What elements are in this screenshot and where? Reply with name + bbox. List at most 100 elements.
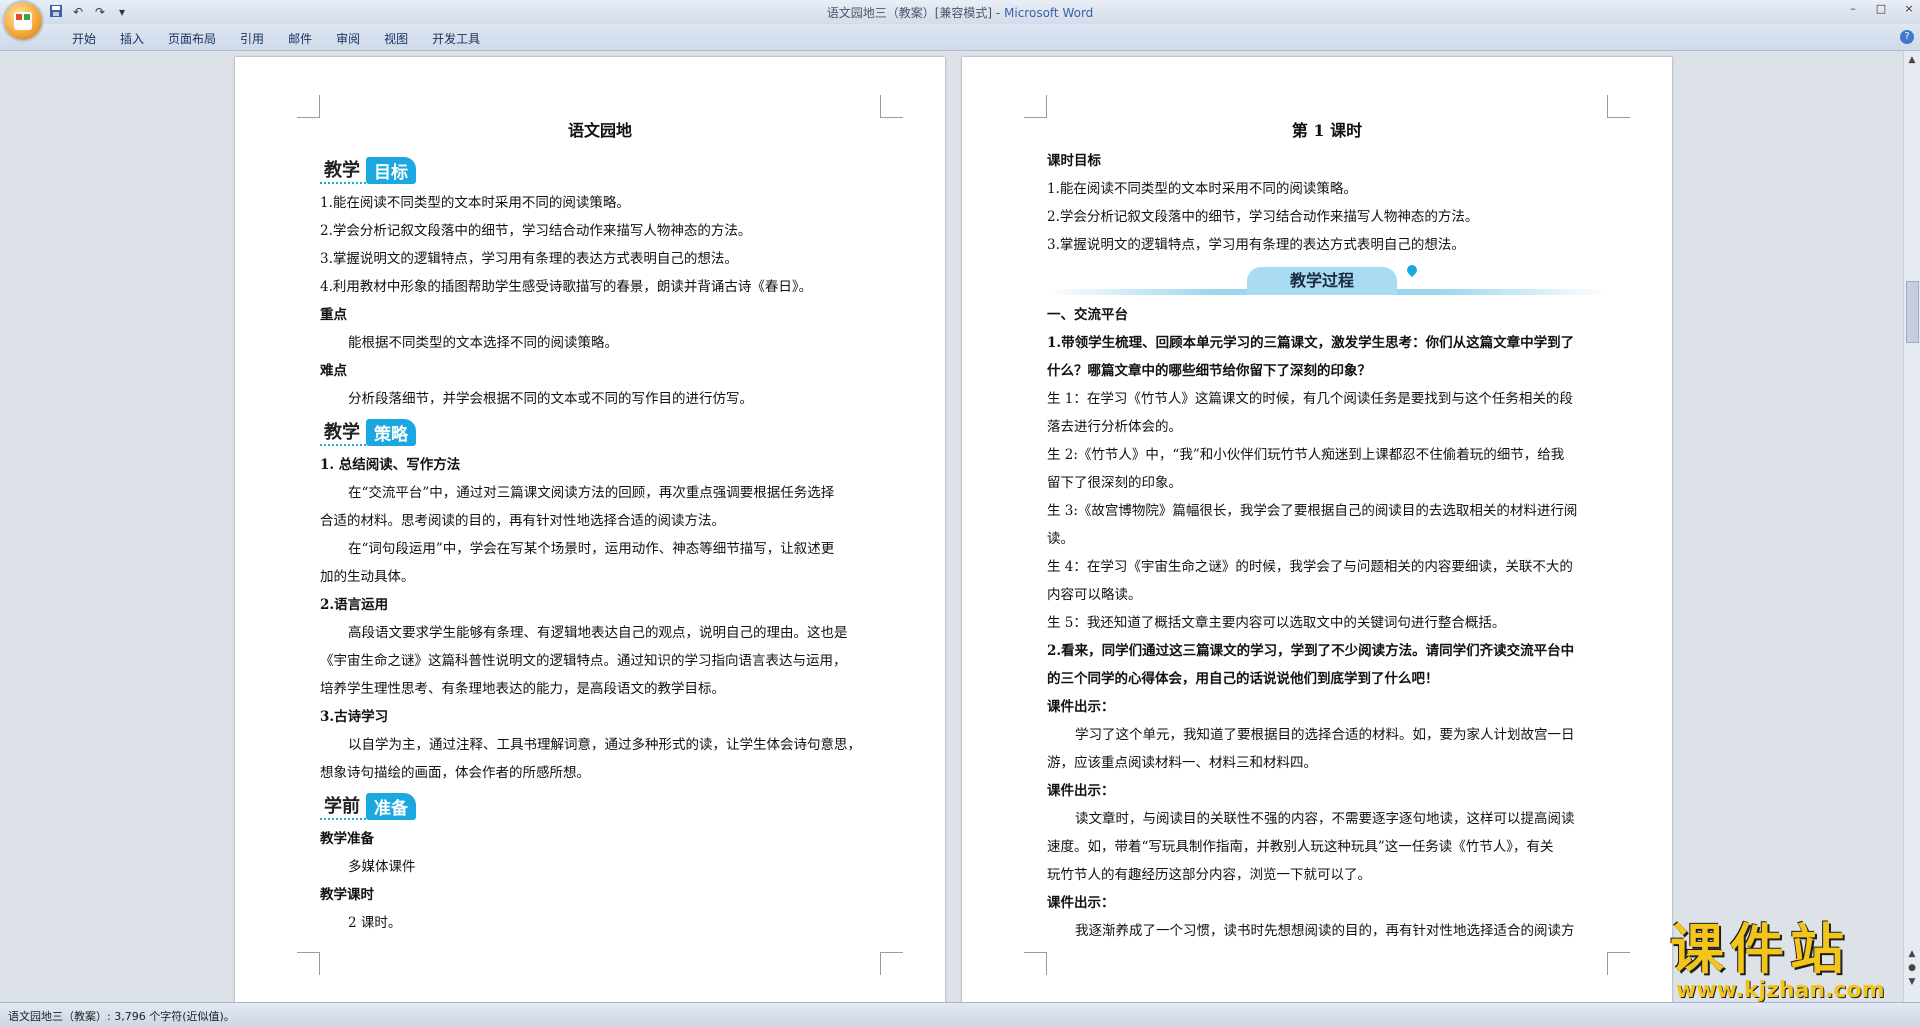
document-page-1[interactable]: 语文园地 教学 目标 1.能在阅读不同类型的文本时采用不同的阅读策略。 2.学会分… [235, 57, 945, 1002]
question-line: 的三个同学的心得体会，用自己的话说说他们到底学到了什么吧！ [1047, 671, 1439, 687]
prep-label: 教学准备 [320, 831, 374, 847]
status-bar: 语文园地三（教案）: 3,796 个字符(近似值)。 [0, 1002, 1920, 1026]
goal-item: 1.能在阅读不同类型的文本时采用不同的阅读策略。 [320, 195, 630, 211]
banner-tag: 策略 [366, 418, 416, 446]
student-answer: 生 5：我还知道了概括文章主要内容可以选取文中的关键词句进行整合概括。 [1047, 615, 1506, 631]
paragraph-line: 在“交流平台”中，通过对三篇课文阅读方法的回顾，再次重点强调要根据任务选择 [348, 485, 835, 501]
water-drop-icon [1404, 262, 1420, 278]
paragraph-line: 合适的材料。思考阅读的目的，再有针对性地选择合适的阅读方法。 [320, 513, 725, 529]
student-answer: 生 2:《竹节人》中，“我”和小伙伴们玩竹节人痴迷到上课都忍不住偷着玩的细节，给… [1047, 447, 1565, 463]
courseware-label: 课件出示： [1047, 895, 1115, 911]
banner-text: 教学 [320, 418, 366, 446]
student-answer: 落去进行分析体会的。 [1047, 419, 1182, 435]
tab-developer[interactable]: 开发工具 [420, 30, 492, 48]
goal-item: 1.能在阅读不同类型的文本时采用不同的阅读策略。 [1047, 181, 1357, 197]
lesson-title: 第 1 课时 [1291, 121, 1363, 140]
banner-tag: 准备 [366, 792, 416, 820]
watermark-url: www.kjzhan.com [1676, 978, 1885, 1003]
minimize-button[interactable]: – [1846, 2, 1860, 15]
browse-object-icon[interactable]: ● [1907, 963, 1917, 973]
document-workspace: 语文园地 教学 目标 1.能在阅读不同类型的文本时采用不同的阅读策略。 2.学会分… [0, 51, 1904, 1002]
app-name: Microsoft Word [1004, 6, 1094, 20]
section-heading: 一、交流平台 [1047, 307, 1128, 323]
window-controls: – □ × [1846, 2, 1916, 15]
office-logo-icon [14, 12, 32, 30]
section-banner-process: 教学过程 [1047, 262, 1607, 299]
paragraph-line: 培养学生理性思考、有条理地表达的能力，是高段语文的教学目标。 [320, 681, 725, 697]
margin-corner-mark [880, 95, 903, 118]
hours-text: 2 课时。 [348, 915, 402, 931]
document-name: 语文园地三（教案）[兼容模式] - [826, 6, 1005, 20]
courseware-label: 课件出示： [1047, 783, 1115, 799]
tab-home[interactable]: 开始 [60, 30, 108, 48]
strategy-heading: 3.古诗学习 [320, 709, 389, 725]
paragraph-line: 玩竹节人的有趣经历这部分内容，浏览一下就可以了。 [1047, 867, 1371, 883]
tab-review[interactable]: 审阅 [324, 30, 372, 48]
page-2-content: 第 1 课时 课时目标 1.能在阅读不同类型的文本时采用不同的阅读策略。 2.学… [1047, 117, 1607, 945]
key-point-text: 能根据不同类型的文本选择不同的阅读策略。 [348, 335, 618, 351]
paragraph-line: 我逐渐养成了一个习惯，读书时先想想阅读的目的，再有针对性地选择适合的阅读方 [1075, 923, 1575, 939]
paragraph-line: 想象诗句描绘的画面，体会作者的所感所想。 [320, 765, 590, 781]
tab-view[interactable]: 视图 [372, 30, 420, 48]
strategy-heading: 2.语言运用 [320, 597, 389, 613]
banner-tag: 目标 [366, 156, 416, 184]
next-page-icon[interactable]: ▼ [1907, 977, 1917, 987]
page-1-content: 语文园地 教学 目标 1.能在阅读不同类型的文本时采用不同的阅读策略。 2.学会分… [320, 117, 880, 937]
ribbon-tabs: 开始 插入 页面布局 引用 邮件 审阅 视图 开发工具 [60, 30, 492, 48]
page-title: 语文园地 [567, 121, 632, 140]
student-answer: 留下了很深刻的印象。 [1047, 475, 1182, 491]
strategy-heading: 1. 总结阅读、写作方法 [320, 457, 461, 473]
hours-label: 教学课时 [320, 887, 374, 903]
paragraph-line: 学习了这个单元，我知道了要根据目的选择合适的材料。如，要为家人计划故宫一日 [1075, 727, 1575, 743]
banner-text: 教学过程 [1247, 267, 1397, 295]
close-button[interactable]: × [1902, 2, 1916, 15]
ribbon: 开始 插入 页面布局 引用 邮件 审阅 视图 开发工具 ? [0, 24, 1920, 51]
goal-item: 4.利用教材中形象的插图帮助学生感受诗歌描写的春景，朗读并背诵古诗《春日》。 [320, 279, 813, 295]
student-answer: 读。 [1047, 531, 1074, 547]
difficulty-text: 分析段落细节，并学会根据不同的文本或不同的写作目的进行仿写。 [348, 391, 753, 407]
previous-page-icon[interactable]: ▲ [1907, 949, 1917, 959]
tab-page-layout[interactable]: 页面布局 [156, 30, 228, 48]
help-icon[interactable]: ? [1900, 30, 1914, 44]
tab-mailings[interactable]: 邮件 [276, 30, 324, 48]
margin-corner-mark [297, 952, 320, 975]
tab-insert[interactable]: 插入 [108, 30, 156, 48]
title-bar: ↶ ↷ ▾ 语文园地三（教案）[兼容模式] - Microsoft Word –… [0, 0, 1920, 25]
paragraph-line: 高段语文要求学生能够有条理、有逻辑地表达自己的观点，说明自己的理由。这也是 [348, 625, 848, 641]
paragraph-line: 在“词句段运用”中，学会在写某个场景时，运用动作、神态等细节描写，让叙述更 [348, 541, 835, 557]
paragraph-line: 加的生动具体。 [320, 569, 415, 585]
margin-corner-mark [297, 95, 320, 118]
courseware-label: 课件出示： [1047, 699, 1115, 715]
scrollbar-thumb[interactable] [1906, 281, 1919, 343]
status-text: 语文园地三（教案）: 3,796 个字符(近似值)。 [8, 1010, 235, 1023]
window-title: 语文园地三（教案）[兼容模式] - Microsoft Word [0, 4, 1920, 21]
paragraph-line: 以自学为主，通过注释、工具书理解词意，通过多种形式的读，让学生体会诗句意思， [348, 737, 861, 753]
paragraph-line: 游，应该重点阅读材料一、材料三和材料四。 [1047, 755, 1317, 771]
paragraph-line: 读文章时，与阅读目的关联性不强的内容，不需要逐字逐句地读，这样可以提高阅读 [1075, 811, 1575, 827]
student-answer: 生 4：在学习《宇宙生命之谜》的时候，我学会了与问题相关的内容要细读，关联不大的 [1047, 559, 1573, 575]
student-answer: 生 3:《故宫博物院》篇幅很长，我学会了要根据自己的阅读目的去选取相关的材料进行… [1047, 503, 1578, 519]
office-button[interactable] [4, 2, 42, 40]
vertical-scrollbar[interactable]: ▲ ▲ ● ▼ [1903, 51, 1920, 1002]
margin-corner-mark [1024, 95, 1047, 118]
prep-text: 多媒体课件 [348, 859, 416, 875]
site-watermark: 课件站 www.kjzhan.com [1670, 918, 1900, 1004]
maximize-button[interactable]: □ [1874, 2, 1888, 15]
goal-item: 3.掌握说明文的逻辑特点，学习用有条理的表达方式表明自己的想法。 [320, 251, 738, 267]
section-banner-preparation: 学前 准备 [320, 791, 880, 821]
document-page-2[interactable]: 第 1 课时 课时目标 1.能在阅读不同类型的文本时采用不同的阅读策略。 2.学… [962, 57, 1672, 1002]
section-banner-goals: 教学 目标 [320, 155, 880, 185]
goal-item: 2.学会分析记叙文段落中的细节，学习结合动作来描写人物神态的方法。 [1047, 209, 1479, 225]
tab-references[interactable]: 引用 [228, 30, 276, 48]
margin-corner-mark [1607, 952, 1630, 975]
question-line: 2.看来，同学们通过这三篇课文的学习，学到了不少阅读方法。请同学们齐读交流平台中 [1047, 643, 1575, 659]
difficulty-label: 难点 [320, 363, 347, 379]
section-banner-strategy: 教学 策略 [320, 417, 880, 447]
scroll-up-icon[interactable]: ▲ [1907, 55, 1917, 65]
key-point-label: 重点 [320, 307, 347, 323]
student-answer: 内容可以略读。 [1047, 587, 1142, 603]
goal-item: 2.学会分析记叙文段落中的细节，学习结合动作来描写人物神态的方法。 [320, 223, 752, 239]
watermark-logo-text: 课件站 [1670, 918, 1850, 981]
paragraph-line: 《宇宙生命之谜》这篇科普性说明文的逻辑特点。通过知识的学习指向语言表达与运用， [320, 653, 847, 669]
banner-text: 教学 [320, 156, 366, 184]
